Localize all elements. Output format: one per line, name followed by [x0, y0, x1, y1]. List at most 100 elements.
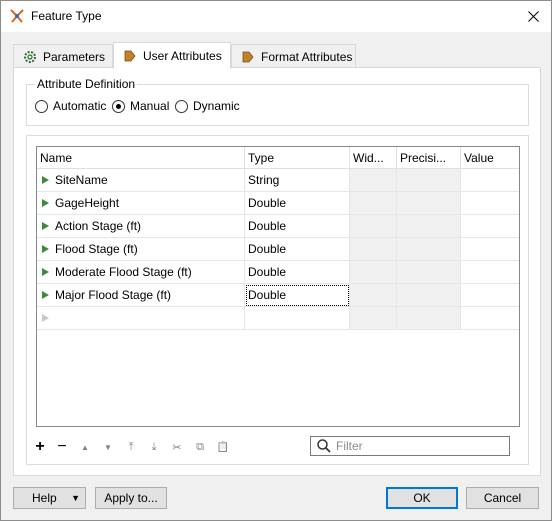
column-header-width[interactable]: Wid...: [350, 147, 397, 169]
copy-button[interactable]: ⧉: [190, 437, 210, 457]
ok-button[interactable]: OK: [386, 487, 458, 509]
width-cell: [350, 238, 397, 261]
value-cell[interactable]: [461, 238, 519, 261]
precision-cell: [397, 215, 461, 238]
row-arrow-icon: [42, 268, 49, 276]
column-header-type[interactable]: Type: [245, 147, 350, 169]
tab-format-attributes[interactable]: Format Attributes: [231, 44, 356, 68]
precision-cell: [397, 169, 461, 192]
move-to-top-button[interactable]: ⤒: [121, 437, 141, 457]
column-header-value[interactable]: Value: [461, 147, 519, 169]
cancel-label: Cancel: [483, 491, 522, 505]
value-cell[interactable]: [461, 284, 519, 307]
move-up-button[interactable]: ▲: [75, 437, 95, 457]
attribute-definition-group: Attribute Definition Automatic Manual Dy…: [26, 77, 529, 126]
name-cell[interactable]: Flood Stage (ft): [37, 238, 245, 261]
width-cell: [350, 192, 397, 215]
radio-label: Manual: [130, 99, 170, 113]
type-cell[interactable]: Double: [245, 261, 350, 284]
group-legend: Attribute Definition: [35, 77, 138, 91]
value-cell[interactable]: [461, 215, 519, 238]
precision-cell: [397, 284, 461, 307]
precision-cell: [397, 261, 461, 284]
radio-circle-checked: [112, 99, 125, 113]
add-row-button[interactable]: +: [30, 437, 50, 457]
close-button[interactable]: [515, 1, 551, 32]
name-cell[interactable]: [37, 307, 245, 330]
attribute-name: Flood Stage (ft): [55, 242, 138, 256]
name-cell[interactable]: Major Flood Stage (ft): [37, 284, 245, 307]
table-row[interactable]: SiteName String: [37, 169, 519, 192]
table-row[interactable]: Major Flood Stage (ft) Double: [37, 284, 519, 307]
type-cell[interactable]: Double: [245, 192, 350, 215]
tab-parameters[interactable]: Parameters: [13, 44, 113, 68]
move-to-bottom-button[interactable]: ⤓: [144, 437, 164, 457]
type-cell[interactable]: Double: [245, 238, 350, 261]
name-cell[interactable]: Moderate Flood Stage (ft): [37, 261, 245, 284]
name-cell[interactable]: SiteName: [37, 169, 245, 192]
clipboard-icon: 📋: [216, 441, 230, 453]
fme-app-icon: [10, 9, 24, 23]
copy-icon: ⧉: [196, 440, 204, 453]
table-row[interactable]: GageHeight Double: [37, 192, 519, 215]
radio-automatic[interactable]: Automatic: [35, 99, 106, 113]
column-header-precision[interactable]: Precisi...: [397, 147, 461, 169]
type-cell-focused[interactable]: Double: [245, 284, 350, 307]
new-row[interactable]: [37, 307, 519, 330]
name-cell[interactable]: GageHeight: [37, 192, 245, 215]
move-top-icon: ⤒: [128, 440, 134, 453]
table-row[interactable]: Moderate Flood Stage (ft) Double: [37, 261, 519, 284]
name-cell[interactable]: Action Stage (ft): [37, 215, 245, 238]
radio-dynamic[interactable]: Dynamic: [175, 99, 240, 113]
width-cell: [350, 169, 397, 192]
user-attributes-panel: Attribute Definition Automatic Manual Dy…: [13, 67, 541, 476]
row-arrow-icon: [42, 176, 49, 184]
arrow-tag-icon: [124, 50, 136, 62]
value-cell[interactable]: [461, 261, 519, 284]
column-header-name[interactable]: Name: [37, 147, 245, 169]
help-label: Help: [32, 491, 57, 505]
filter-input[interactable]: [332, 438, 502, 454]
arrow-tag-icon: [242, 51, 254, 62]
move-down-button[interactable]: ▼: [98, 437, 118, 457]
row-arrow-icon: [42, 245, 49, 253]
type-cell[interactable]: [245, 307, 350, 330]
attribute-name: Moderate Flood Stage (ft): [55, 265, 192, 279]
filter-box[interactable]: [310, 436, 510, 456]
table-row[interactable]: Action Stage (ft) Double: [37, 215, 519, 238]
cancel-button[interactable]: Cancel: [466, 487, 539, 509]
row-arrow-icon: [42, 222, 49, 230]
radio-manual[interactable]: Manual: [112, 99, 169, 113]
help-button[interactable]: Help ▼: [13, 487, 86, 509]
search-icon: [317, 439, 331, 453]
value-cell[interactable]: [461, 307, 519, 330]
value-cell[interactable]: [461, 169, 519, 192]
ok-label: OK: [413, 491, 431, 505]
apply-to-label: Apply to...: [104, 491, 158, 505]
row-arrow-icon: [42, 199, 49, 207]
arrow-up-icon: ▲: [81, 442, 89, 452]
tab-label: User Attributes: [143, 49, 222, 63]
attribute-name: GageHeight: [55, 196, 120, 210]
attributes-table[interactable]: Name Type Wid... Precisi... Value SiteNa…: [36, 146, 520, 427]
paste-button[interactable]: 📋: [213, 437, 233, 457]
remove-row-button[interactable]: −: [52, 437, 72, 457]
tab-label: Format Attributes: [261, 49, 353, 64]
row-arrow-icon: [42, 291, 49, 299]
width-cell: [350, 215, 397, 238]
radio-label: Automatic: [53, 99, 107, 113]
apply-to-button[interactable]: Apply to...: [95, 487, 167, 509]
table-row[interactable]: Flood Stage (ft) Double: [37, 238, 519, 261]
tab-label: Parameters: [43, 49, 106, 64]
tab-user-attributes[interactable]: User Attributes: [113, 42, 231, 69]
gear-icon: [24, 50, 36, 63]
type-cell[interactable]: Double: [245, 215, 350, 238]
arrow-down-icon: ▼: [104, 442, 112, 452]
new-row-arrow-icon: [42, 314, 49, 322]
attributes-table-group: Name Type Wid... Precisi... Value SiteNa…: [26, 135, 529, 465]
type-cell[interactable]: String: [245, 169, 350, 192]
feature-type-dialog: Feature Type Parameters User Attributes: [0, 0, 552, 521]
cut-button[interactable]: ✂: [167, 437, 187, 457]
value-cell[interactable]: [461, 192, 519, 215]
plus-icon: +: [35, 438, 45, 455]
